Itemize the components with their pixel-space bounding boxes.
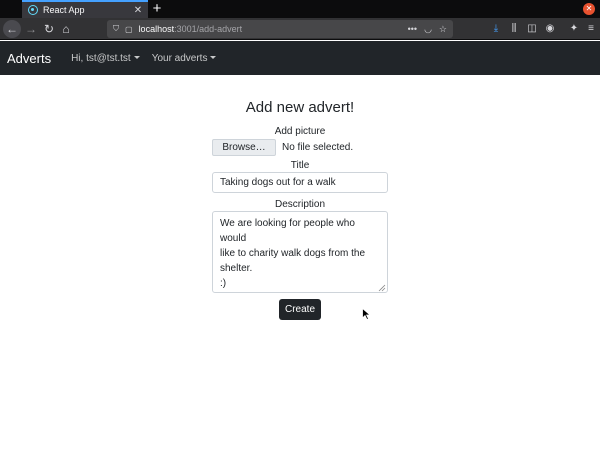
title-input[interactable]: Taking dogs out for a walk <box>212 172 388 193</box>
browse-button[interactable]: Browse… <box>212 139 276 156</box>
home-icon[interactable]: ⌂ <box>57 20 75 38</box>
page-icon[interactable]: ▢ <box>125 25 133 34</box>
caret-down-icon <box>133 55 140 59</box>
sidebar-icon[interactable]: ◫ <box>524 20 540 38</box>
pocket-icon[interactable]: ◡ <box>424 24 432 35</box>
description-textarea[interactable]: We are looking for people who would like… <box>212 211 388 293</box>
picture-label: Add picture <box>274 126 326 137</box>
brand-link[interactable]: Adverts <box>7 51 51 66</box>
your-adverts-dropdown[interactable]: Your adverts <box>152 53 217 64</box>
bookmark-star-icon[interactable]: ☆ <box>439 24 447 35</box>
browser-tab-strip: React App ✕ + ✕ <box>0 0 600 18</box>
url-host: localhost <box>138 24 175 34</box>
page-title: Add new advert! <box>245 99 355 116</box>
your-adverts-label: Your adverts <box>151 52 208 64</box>
download-icon[interactable]: ⤓ <box>488 20 504 38</box>
mouse-cursor-icon <box>362 308 371 320</box>
shield-icon[interactable]: ⛉ <box>113 24 119 34</box>
hamburger-menu-icon[interactable]: ≡ <box>583 20 599 38</box>
react-favicon-icon <box>28 5 38 15</box>
window-close-button[interactable]: ✕ <box>583 3 595 15</box>
url-path: :3001/add-advert <box>174 24 243 34</box>
account-icon[interactable]: ◉ <box>542 20 558 38</box>
browser-toolbar: ← → ↻ ⌂ ⛉ ▢ localhost :3001/add-advert •… <box>0 18 600 40</box>
title-label: Title <box>290 160 310 171</box>
resize-grip-icon[interactable] <box>378 284 386 292</box>
new-tab-button[interactable]: + <box>150 1 164 17</box>
extension-icon[interactable]: ✦ <box>566 20 582 38</box>
address-bar[interactable]: ⛉ ▢ localhost :3001/add-advert ••• ◡ ☆ <box>107 20 453 38</box>
page-actions-icon[interactable]: ••• <box>408 24 417 34</box>
library-icon[interactable]: ⫼ <box>506 20 522 38</box>
reload-icon[interactable]: ↻ <box>40 20 58 38</box>
browser-tab[interactable]: React App ✕ <box>22 0 148 18</box>
back-arrow-icon[interactable]: ← <box>3 20 21 38</box>
user-menu-dropdown[interactable]: Hi, tst@tst.tst <box>71 53 140 64</box>
description-label: Description <box>274 199 326 210</box>
user-menu-label: Hi, tst@tst.tst <box>71 52 131 64</box>
tab-title: React App <box>43 5 85 15</box>
tab-close-icon[interactable]: ✕ <box>132 5 144 16</box>
create-button[interactable]: Create <box>279 299 321 320</box>
forward-arrow-icon[interactable]: → <box>22 20 40 38</box>
file-status-text: No file selected. <box>282 142 354 153</box>
caret-down-icon <box>210 55 217 59</box>
app-navbar: Adverts Hi, tst@tst.tst Your adverts <box>0 41 600 75</box>
